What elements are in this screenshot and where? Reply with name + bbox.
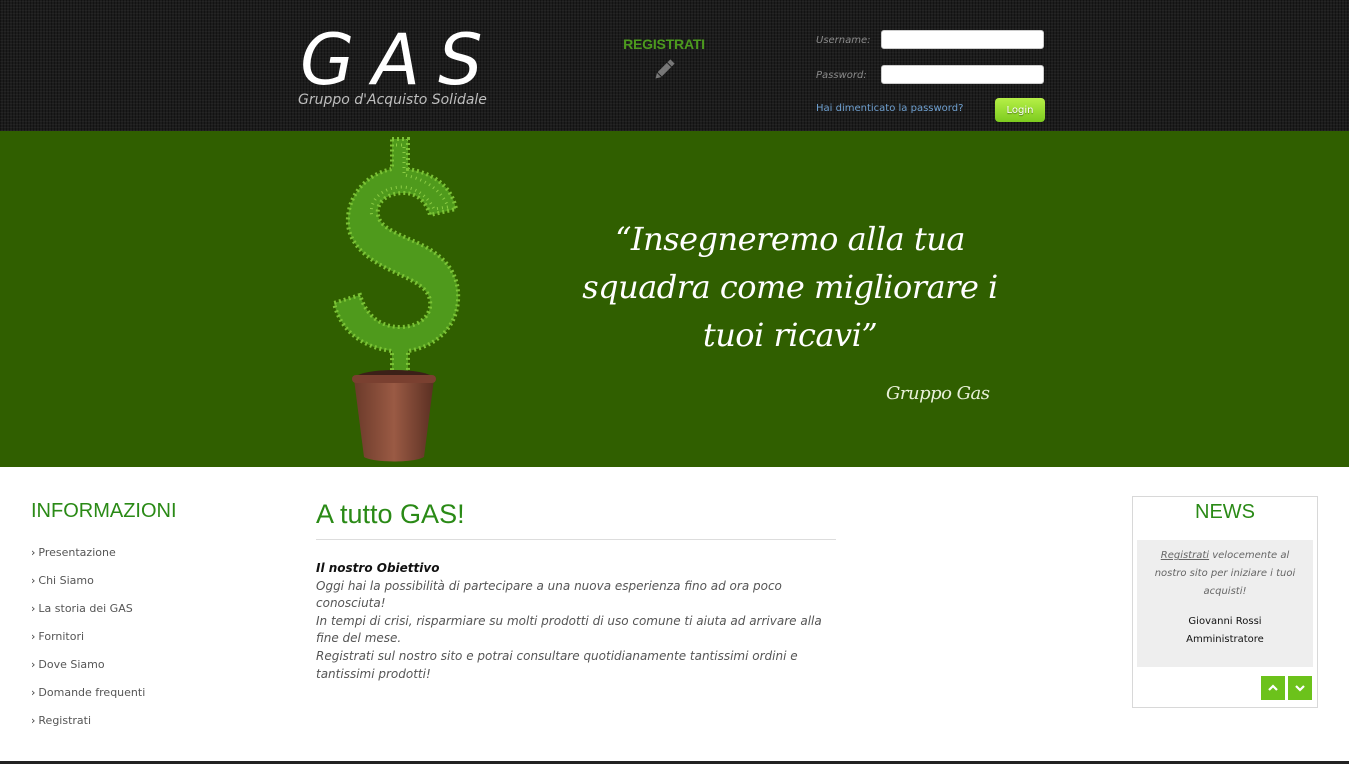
login-button[interactable]: Login: [995, 98, 1045, 122]
news-next-button[interactable]: [1288, 676, 1312, 700]
chevron-right-icon: ›: [31, 658, 36, 671]
dollar-plant-image: [331, 137, 461, 462]
chevron-right-icon: ›: [31, 686, 36, 699]
news-author: Giovanni Rossi Amministratore: [1137, 613, 1313, 649]
register-link[interactable]: REGISTRATI: [612, 36, 716, 90]
main-content: A tutto GAS! Il nostro Obiettivo Oggi ha…: [316, 496, 836, 681]
banner-quote-author: Gruppo Gas: [886, 383, 990, 404]
article-paragraph: In tempi di crisi, risparmiare su molti …: [316, 613, 822, 646]
logo-title: GAS: [300, 19, 501, 101]
sidebar-link-storia[interactable]: La storia dei GAS: [38, 602, 132, 615]
username-input[interactable]: [881, 30, 1044, 49]
news-author-role: Amministratore: [1186, 634, 1264, 645]
sidebar-link-registrati[interactable]: Registrati: [38, 714, 91, 727]
sidebar-item-presentazione: › Presentazione: [31, 544, 145, 572]
banner-quote: “Insegneremo alla tua squadra come migli…: [582, 220, 998, 354]
sidebar-item-faq: › Domande frequenti: [31, 684, 145, 712]
sidebar-link-chi-siamo[interactable]: Chi Siamo: [38, 574, 93, 587]
article-paragraph: Oggi hai la possibilità di partecipare a…: [316, 578, 782, 611]
site-header: GAS Gruppo d'Acquisto Solidale REGISTRAT…: [0, 0, 1349, 131]
news-item: Registrati velocemente al nostro sito pe…: [1137, 540, 1313, 667]
forgot-password-link[interactable]: Hai dimenticato la password?: [816, 103, 963, 114]
article: Il nostro Obiettivo Oggi hai la possibil…: [316, 560, 836, 683]
title-divider: [316, 539, 836, 540]
chevron-up-icon: [1268, 684, 1278, 691]
chevron-right-icon: ›: [31, 714, 36, 727]
logo-subtitle: Gruppo d'Acquisto Solidale: [298, 92, 487, 108]
sidebar-title: INFORMAZIONI: [31, 500, 177, 522]
sidebar-link-fornitori[interactable]: Fornitori: [38, 630, 84, 643]
chevron-right-icon: ›: [31, 546, 36, 559]
chevron-down-icon: [1295, 685, 1305, 692]
username-label: Username:: [816, 35, 871, 46]
news-author-name: Giovanni Rossi: [1188, 616, 1262, 627]
news-prev-button[interactable]: [1261, 676, 1285, 700]
register-label: REGISTRATI: [623, 36, 705, 52]
sidebar-item-chi-siamo: › Chi Siamo: [31, 572, 145, 600]
chevron-right-icon: ›: [31, 602, 36, 615]
pencil-icon: [655, 59, 675, 79]
password-label: Password:: [816, 70, 867, 81]
sidebar-link-dove-siamo[interactable]: Dove Siamo: [38, 658, 104, 671]
sidebar-item-dove-siamo: › Dove Siamo: [31, 656, 145, 684]
news-box: NEWS Registrati velocemente al nostro si…: [1132, 496, 1318, 708]
article-paragraph: Registrati sul nostro sito e potrai cons…: [316, 648, 798, 681]
news-title: NEWS: [1195, 501, 1255, 523]
sidebar-link-faq[interactable]: Domande frequenti: [38, 686, 145, 699]
site-logo[interactable]: GAS Gruppo d'Acquisto Solidale: [298, 18, 518, 118]
sidebar-item-registrati: › Registrati: [31, 712, 145, 740]
sidebar-item-fornitori: › Fornitori: [31, 628, 145, 656]
article-heading: Il nostro Obiettivo: [316, 561, 440, 575]
hero-banner: “Insegneremo alla tua squadra come migli…: [0, 131, 1349, 467]
chevron-right-icon: ›: [31, 630, 36, 643]
sidebar-item-storia: › La storia dei GAS: [31, 600, 145, 628]
sidebar-menu: › Presentazione › Chi Siamo › La storia dei…: [31, 544, 145, 740]
sidebar-link-presentazione[interactable]: Presentazione: [38, 546, 115, 559]
password-input[interactable]: [881, 65, 1044, 84]
news-register-link[interactable]: Registrati: [1161, 550, 1209, 561]
news-text: Registrati velocemente al nostro sito pe…: [1145, 547, 1305, 601]
chevron-right-icon: ›: [31, 574, 36, 587]
page-title: A tutto GAS!: [316, 499, 465, 529]
sidebar: INFORMAZIONI › Presentazione › Chi Siamo ›…: [31, 500, 271, 727]
